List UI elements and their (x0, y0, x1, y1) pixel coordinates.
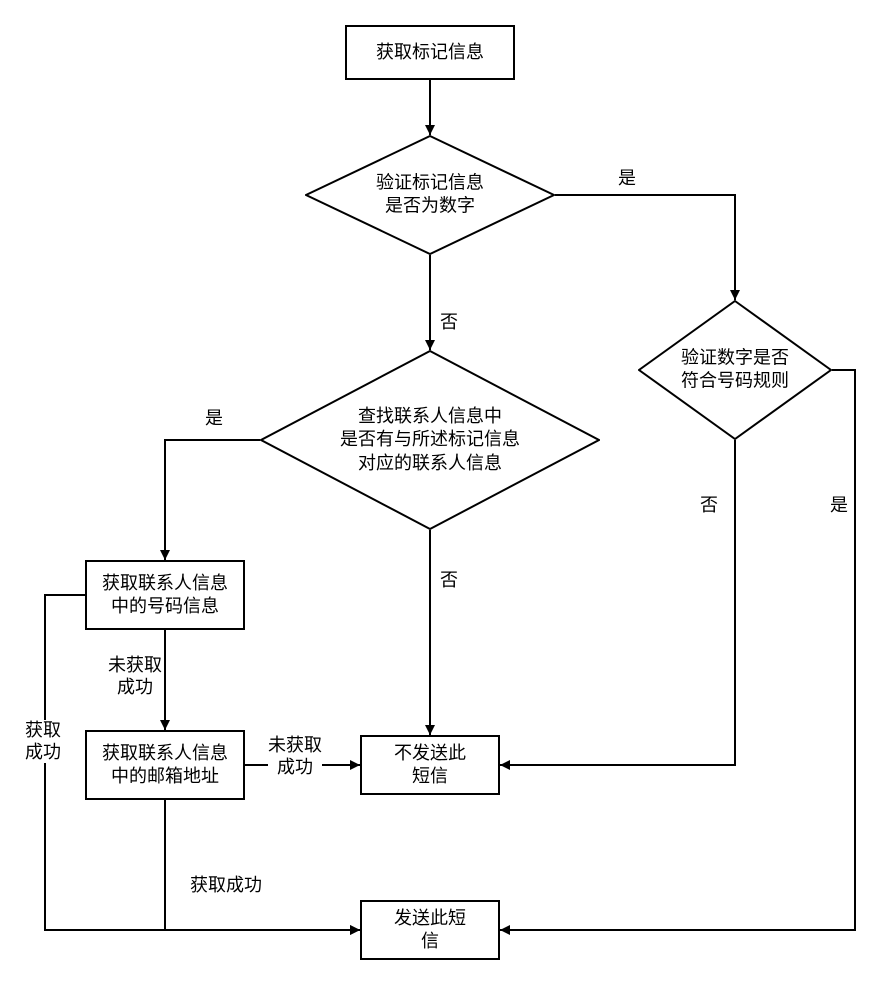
edge-label-success: 获取成功 (190, 875, 262, 897)
edge-label-no: 否 (700, 495, 718, 517)
node-get-email-text: 获取联系人信息 中的邮箱地址 (102, 742, 228, 789)
node-start-text: 获取标记信息 (376, 41, 484, 64)
node-dont-send: 不发送此 短信 (360, 735, 500, 795)
edge-label-yes: 是 (205, 408, 223, 430)
edge-label-success: 获取 成功 (25, 720, 61, 763)
node-decision-number-rule-text: 验证数字是否 符合号码规则 (681, 347, 789, 394)
edge-label-fail: 未获取 成功 (108, 655, 162, 698)
edge-label-yes: 是 (830, 495, 848, 517)
node-decision-number-rule: 验证数字是否 符合号码规则 (638, 300, 832, 440)
node-start: 获取标记信息 (345, 25, 515, 80)
edge-label-no: 否 (440, 570, 458, 592)
edge-label-fail: 未获取 成功 (268, 735, 322, 778)
edge-label-no: 否 (440, 312, 458, 334)
node-send: 发送此短 信 (360, 900, 500, 960)
edge-label-yes: 是 (618, 168, 636, 190)
node-decision-is-number-text: 验证标记信息 是否为数字 (376, 172, 484, 219)
node-decision-is-number: 验证标记信息 是否为数字 (305, 135, 555, 255)
node-dont-send-text: 不发送此 短信 (394, 742, 466, 789)
node-get-number-text: 获取联系人信息 中的号码信息 (102, 572, 228, 619)
node-send-text: 发送此短 信 (394, 907, 466, 954)
node-get-number: 获取联系人信息 中的号码信息 (85, 560, 245, 630)
node-decision-find-contact-text: 查找联系人信息中 是否有与所述标记信息 对应的联系人信息 (340, 405, 520, 475)
node-get-email: 获取联系人信息 中的邮箱地址 (85, 730, 245, 800)
node-decision-find-contact: 查找联系人信息中 是否有与所述标记信息 对应的联系人信息 (260, 350, 600, 530)
